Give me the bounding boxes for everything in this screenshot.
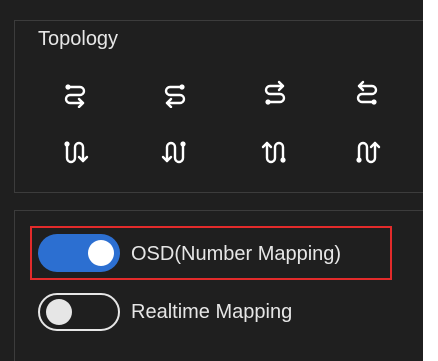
serpentine-left-up-icon[interactable] — [351, 78, 383, 110]
toggle-knob — [46, 299, 72, 325]
serpentine-down-left-icon[interactable] — [159, 136, 191, 168]
serpentine-up-left-icon[interactable] — [351, 136, 383, 168]
topology-title: Topology — [38, 28, 119, 50]
serpentine-down-right-icon[interactable] — [59, 136, 91, 168]
realtime-mapping-toggle[interactable] — [38, 293, 120, 331]
osd-number-mapping-label: OSD(Number Mapping) — [131, 243, 342, 265]
serpentine-left-down-icon[interactable] — [159, 78, 191, 110]
serpentine-right-down-icon[interactable] — [59, 78, 91, 110]
osd-number-mapping-toggle[interactable] — [38, 234, 120, 272]
realtime-mapping-label: Realtime Mapping — [131, 301, 293, 323]
toggle-knob — [88, 240, 114, 266]
serpentine-right-up-icon[interactable] — [259, 78, 291, 110]
serpentine-up-right-icon[interactable] — [259, 136, 291, 168]
properties-panel: Topology OSD(Number Mapping) Realtime Ma… — [0, 0, 423, 361]
